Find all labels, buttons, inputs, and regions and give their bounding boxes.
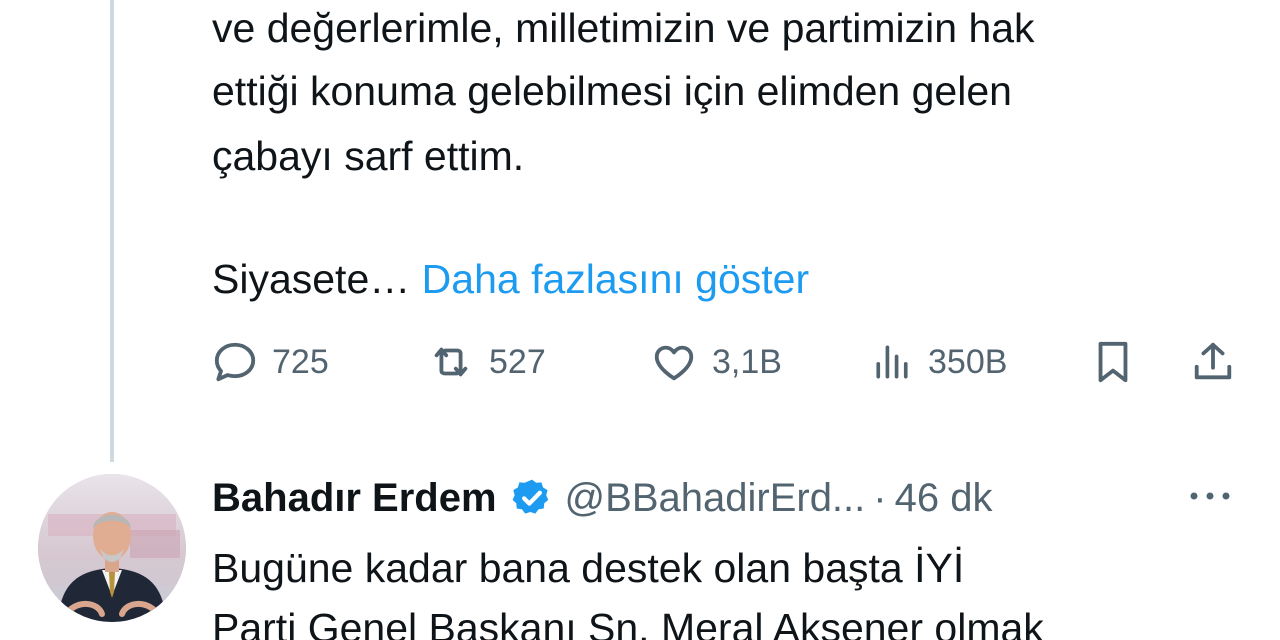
author-name[interactable]: Bahadır Erdem bbox=[212, 476, 497, 521]
speech-bubble-icon bbox=[212, 339, 258, 385]
reply-button[interactable]: 725 bbox=[212, 330, 329, 394]
tweet-action-bar: 725 527 3,1B 350B bbox=[212, 330, 1242, 394]
share-upload-icon bbox=[1190, 338, 1236, 386]
tweet-text-line: ve değerlerimle, milletimizin ve partimi… bbox=[212, 5, 1035, 51]
avatar[interactable] bbox=[38, 474, 186, 622]
like-count: 3,1B bbox=[712, 342, 782, 381]
author-handle[interactable]: @BBahadirErd... bbox=[565, 476, 866, 521]
share-button[interactable] bbox=[1190, 330, 1236, 394]
bar-chart-icon bbox=[870, 339, 914, 385]
tweet-text-line: Parti Genel Başkanı Sn. Meral Akşener ol… bbox=[212, 605, 1044, 640]
retweet-button[interactable]: 527 bbox=[427, 330, 546, 394]
tweet-header: Bahadır Erdem @BBahadirErd... · 46 dk bbox=[212, 468, 992, 528]
more-dots-icon bbox=[1188, 489, 1232, 507]
thread-connector-line bbox=[110, 0, 114, 462]
reply-count: 725 bbox=[272, 342, 329, 381]
heart-icon bbox=[650, 339, 698, 385]
views-button[interactable]: 350B bbox=[870, 330, 1007, 394]
tweet-text: Bugüne kadar bana destek olan başta İYİ … bbox=[212, 538, 1252, 640]
bookmark-icon bbox=[1090, 337, 1136, 387]
retweet-arrows-icon bbox=[427, 339, 475, 385]
tweet-text-line: Bugüne kadar bana destek olan başta İYİ bbox=[212, 545, 965, 591]
retweet-count: 527 bbox=[489, 342, 546, 381]
view-count: 350B bbox=[928, 342, 1008, 381]
tweet-text-line: ettiği konuma gelebilmesi için elimden g… bbox=[212, 68, 1012, 114]
tweet-text-truncated-line: Siyasete… Daha fazlasını göster bbox=[212, 247, 809, 311]
show-more-link[interactable]: Daha fazlasını göster bbox=[422, 256, 809, 302]
like-button[interactable]: 3,1B bbox=[650, 330, 782, 394]
more-options-button[interactable] bbox=[1182, 478, 1238, 518]
tweet-text-line: çabayı sarf ettim. bbox=[212, 133, 525, 179]
tweet-timestamp[interactable]: 46 dk bbox=[895, 476, 993, 521]
separator-dot: · bbox=[873, 475, 887, 520]
truncated-text: Siyasete… bbox=[212, 256, 411, 302]
bookmark-button[interactable] bbox=[1090, 330, 1136, 394]
verified-badge-icon bbox=[511, 477, 553, 519]
